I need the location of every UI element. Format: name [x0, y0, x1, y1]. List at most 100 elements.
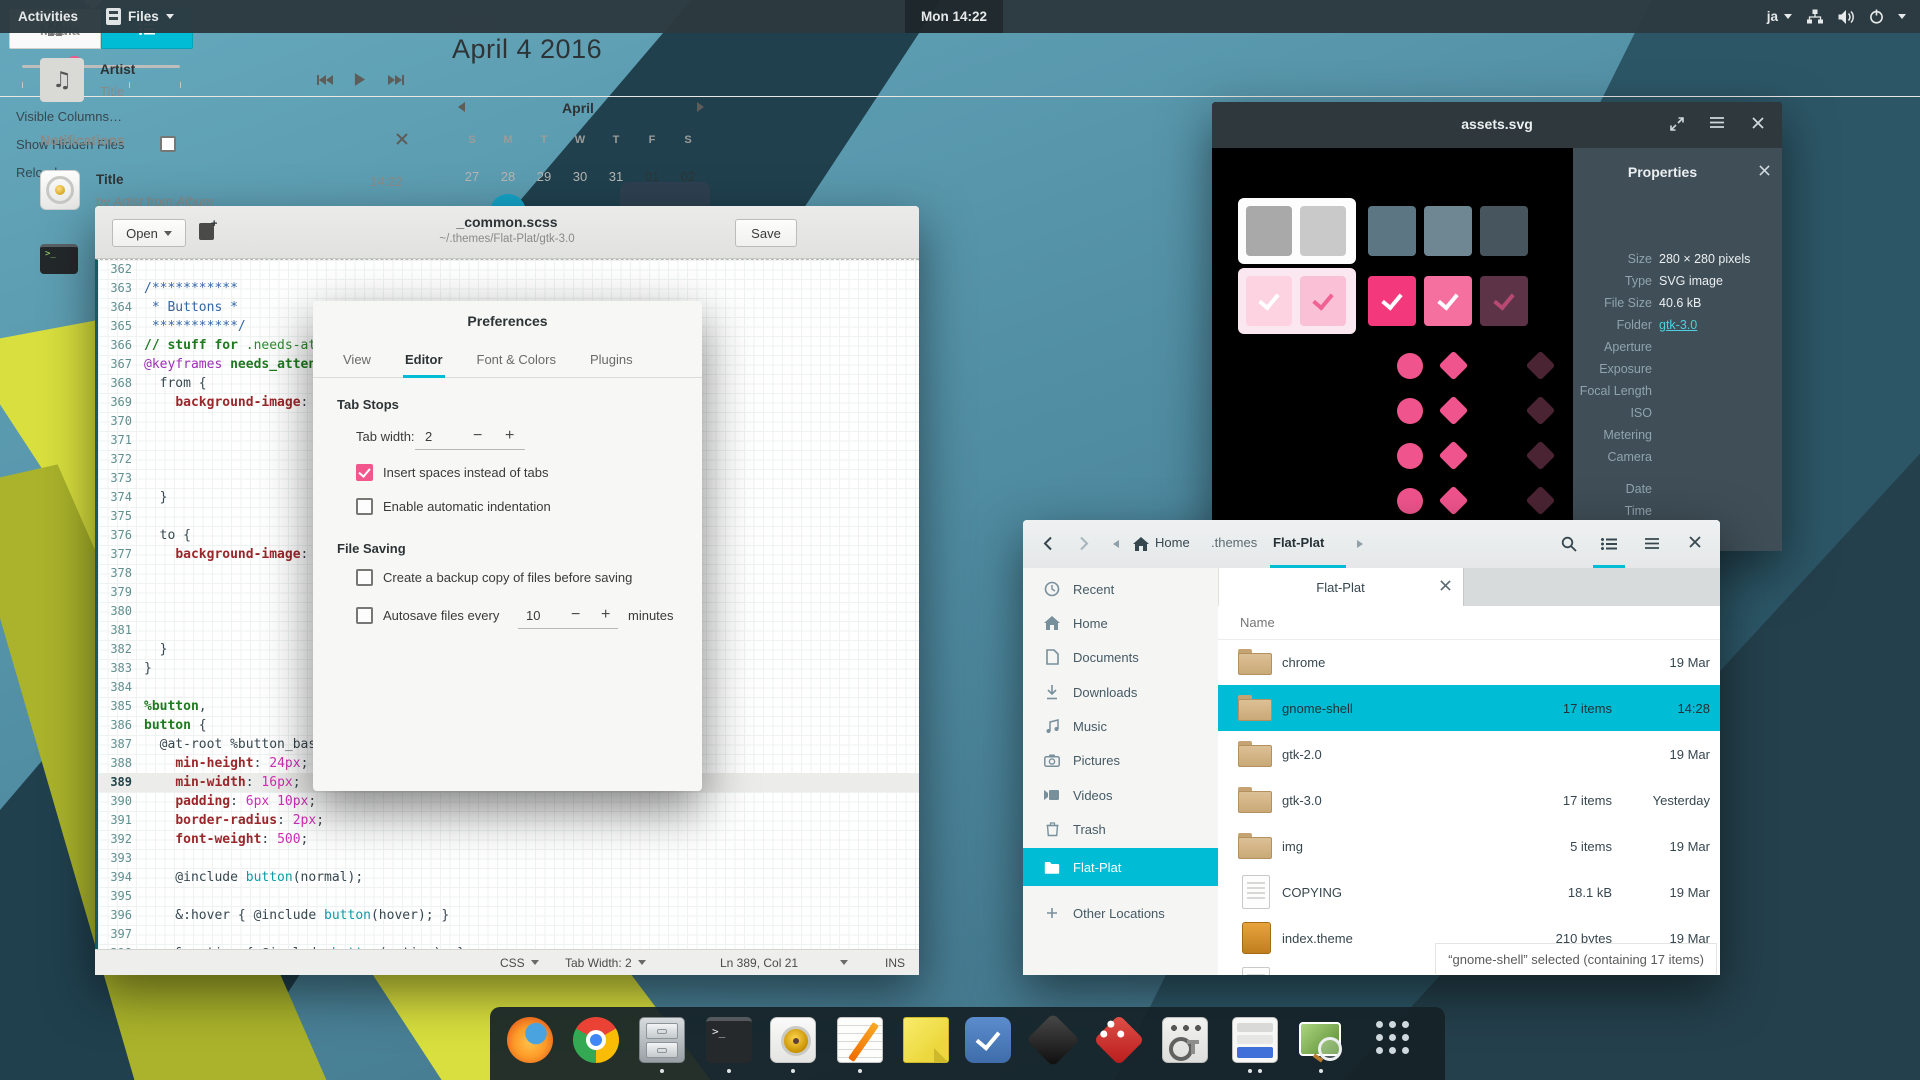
- insert-spaces-checkbox[interactable]: [356, 464, 373, 481]
- pink-circle-shape: [1397, 488, 1423, 514]
- activities-button[interactable]: Activities: [4, 0, 92, 33]
- file-row[interactable]: gnome-shell17 items14:28: [1218, 685, 1720, 731]
- dock-app-chrome[interactable]: [573, 1017, 619, 1063]
- dock-app-todo[interactable]: [965, 1017, 1011, 1063]
- breadcrumb-parent[interactable]: .themes: [1211, 535, 1257, 550]
- weekday-label: W: [562, 134, 598, 146]
- doc-icon: [1043, 649, 1061, 665]
- app-menu[interactable]: Files: [92, 0, 188, 33]
- tab-width-minus-button[interactable]: −: [473, 427, 482, 445]
- calendar-day[interactable]: 30: [562, 158, 598, 194]
- tab-width-selector[interactable]: Tab Width: 2: [565, 956, 646, 970]
- tab-width-plus-button[interactable]: +: [505, 427, 514, 445]
- clock-button[interactable]: Mon 14:22: [905, 0, 1003, 33]
- chevron-down-icon[interactable]: [1898, 14, 1906, 19]
- dock-app-rhythmbox[interactable]: [770, 1017, 816, 1063]
- sidebar-item-other-locations[interactable]: Other Locations: [1023, 896, 1218, 930]
- sidebar-item-documents[interactable]: Documents: [1023, 640, 1218, 674]
- language-selector[interactable]: CSS: [500, 956, 539, 970]
- sidebar-item-recent[interactable]: Recent: [1023, 572, 1218, 606]
- sidebar-item-trash[interactable]: Trash: [1023, 812, 1218, 846]
- keyboard-layout-button[interactable]: ja: [1767, 9, 1792, 24]
- file-row[interactable]: gtk-3.017 itemsYesterday: [1218, 777, 1720, 823]
- files-headerbar[interactable]: Home .themes Flat-Plat: [1023, 520, 1720, 569]
- viewer-titlebar[interactable]: assets.svg: [1212, 102, 1782, 148]
- sidebar-item-pictures[interactable]: Pictures: [1023, 743, 1218, 777]
- cursor-position[interactable]: Ln 389, Col 21: [720, 956, 798, 970]
- calendar-day[interactable]: 29: [526, 158, 562, 194]
- sidebar-item-music[interactable]: Music: [1023, 709, 1218, 743]
- volume-icon[interactable]: [1838, 10, 1855, 24]
- search-icon[interactable]: [1561, 536, 1577, 552]
- list-column-header[interactable]: Name: [1218, 606, 1720, 640]
- tab-editor[interactable]: Editor: [403, 341, 445, 377]
- back-icon[interactable]: [1043, 536, 1053, 551]
- file-row[interactable]: COPYING18.1 kB19 Mar: [1218, 869, 1720, 915]
- file-row[interactable]: img5 items19 Mar: [1218, 823, 1720, 869]
- home-icon[interactable]: [1133, 537, 1149, 551]
- chevron-down-icon[interactable]: [840, 960, 848, 965]
- tab-plugins[interactable]: Plugins: [588, 341, 635, 377]
- close-icon[interactable]: [1752, 117, 1764, 129]
- path-scroll-left-icon[interactable]: [1113, 540, 1119, 548]
- tab-width-value[interactable]: 2: [425, 429, 432, 444]
- tab-font-colors[interactable]: Font & Colors: [475, 341, 558, 377]
- close-icon[interactable]: [1689, 536, 1701, 548]
- breadcrumb-home[interactable]: Home: [1155, 535, 1190, 550]
- sidebar-item-home[interactable]: Home: [1023, 606, 1218, 640]
- dock-app-inkscape[interactable]: [1030, 1017, 1076, 1063]
- close-icon[interactable]: [1759, 165, 1770, 176]
- clear-notifications-icon[interactable]: [396, 133, 408, 145]
- dock-app-gitg[interactable]: [1096, 1017, 1142, 1063]
- file-row[interactable]: chrome19 Mar: [1218, 639, 1720, 685]
- tab-close-icon[interactable]: [1440, 580, 1451, 591]
- sidebar-item-videos[interactable]: Videos: [1023, 778, 1218, 812]
- tab-flat-plat[interactable]: Flat-Plat: [1218, 568, 1464, 606]
- autosave-plus-button[interactable]: +: [601, 606, 610, 624]
- file-row[interactable]: gtk-2.019 Mar: [1218, 731, 1720, 777]
- sidebar-item-flat-plat[interactable]: Flat-Plat: [1023, 848, 1218, 886]
- backup-checkbox[interactable]: [356, 569, 373, 586]
- image-canvas[interactable]: [1212, 148, 1573, 551]
- path-scroll-right-icon[interactable]: [1357, 540, 1363, 548]
- dock-app-eog[interactable]: [1298, 1017, 1344, 1063]
- dock-app-gedit[interactable]: [837, 1017, 883, 1063]
- autosave-minus-button[interactable]: −: [571, 606, 580, 624]
- menu-icon[interactable]: [1645, 538, 1659, 549]
- dock-app-files[interactable]: [639, 1017, 685, 1063]
- sidebar-item-downloads[interactable]: Downloads: [1023, 675, 1218, 709]
- menu-icon[interactable]: [1710, 117, 1724, 128]
- gedit-titlebar[interactable]: Open + _common.scss ~/.themes/Flat-Plat/…: [95, 206, 919, 259]
- tab-view[interactable]: View: [341, 341, 373, 377]
- save-button[interactable]: Save: [735, 219, 797, 247]
- dock-app-software[interactable]: [1232, 1017, 1278, 1063]
- previous-track-icon[interactable]: [316, 74, 333, 86]
- forward-icon[interactable]: [1079, 536, 1089, 551]
- theme-file-icon: [1242, 922, 1271, 954]
- notification-title[interactable]: Title: [96, 172, 124, 187]
- view-options-icon[interactable]: [1601, 538, 1617, 550]
- calendar-day[interactable]: 28: [490, 158, 526, 194]
- fullscreen-icon[interactable]: [1670, 117, 1684, 131]
- play-icon[interactable]: [354, 73, 365, 86]
- show-hidden-checkbox[interactable]: [160, 136, 176, 152]
- next-month-icon[interactable]: [697, 102, 704, 112]
- dock-app-tweaks[interactable]: [1162, 1017, 1208, 1063]
- autosave-value[interactable]: 10: [526, 608, 540, 623]
- breadcrumb-current[interactable]: Flat-Plat: [1273, 535, 1324, 550]
- code-line: 393: [98, 849, 919, 868]
- network-icon[interactable]: [1806, 9, 1824, 24]
- power-icon[interactable]: [1869, 9, 1884, 24]
- auto-indent-checkbox[interactable]: [356, 498, 373, 515]
- calendar-day[interactable]: 27: [454, 158, 490, 194]
- dock-app-firefox[interactable]: [507, 1017, 553, 1063]
- dock-app-notes[interactable]: [903, 1017, 949, 1063]
- dock-app-terminal[interactable]: >_: [706, 1017, 752, 1063]
- folder-link[interactable]: gtk-3.0: [1659, 318, 1697, 332]
- folder-icon: [1238, 787, 1272, 813]
- files-list[interactable]: Name chrome19 Margnome-shell17 items14:2…: [1218, 606, 1720, 975]
- dock-app-appgrid[interactable]: [1372, 1017, 1418, 1063]
- system-tray[interactable]: ja: [1759, 0, 1914, 33]
- next-track-icon[interactable]: [388, 74, 405, 86]
- autosave-checkbox[interactable]: [356, 607, 373, 624]
